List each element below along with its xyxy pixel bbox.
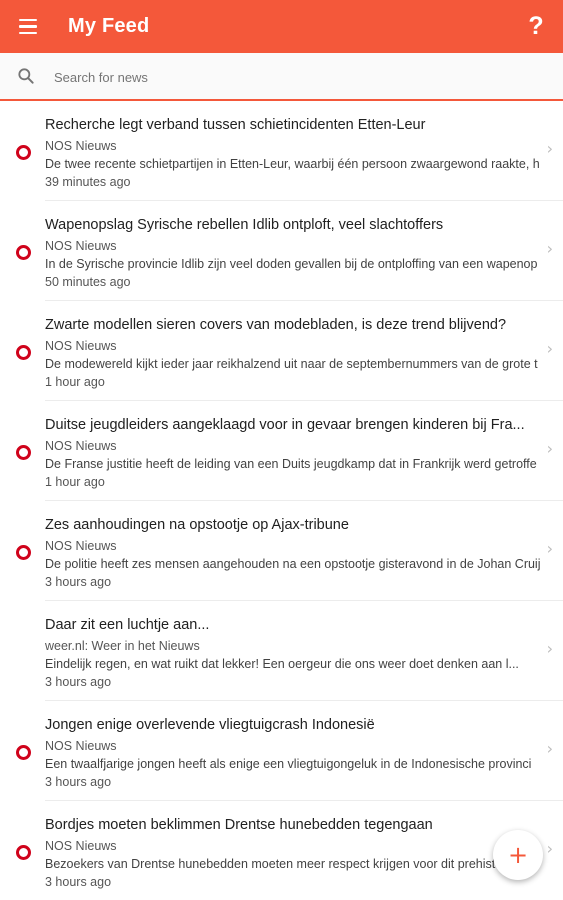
news-list-item[interactable]: Bordjes moeten beklimmen Drentse hunebed… [0,801,563,900]
news-timestamp: 3 hours ago [45,775,112,789]
news-title: Jongen enige overlevende vliegtuigcrash … [45,717,375,733]
news-title: Zwarte modellen sieren covers van modebl… [45,317,507,333]
news-timestamp: 1 hour ago [45,375,105,389]
news-timestamp: 50 minutes ago [45,275,131,289]
unread-indicator-icon [16,445,31,460]
page-title: My Feed [68,15,150,37]
news-list-item[interactable]: Daar zit een luchtje aan... weer.nl: Wee… [0,601,563,701]
plus-icon: + [507,841,529,869]
search-icon [18,68,34,84]
news-source: NOS Nieuws [45,139,117,153]
chevron-right-icon: › [546,639,553,658]
news-title: Bordjes moeten beklimmen Drentse hunebed… [45,817,433,833]
search-input[interactable] [52,61,536,93]
news-snippet: Een twaalfjarige jongen heeft als enige … [45,757,532,771]
news-source: NOS Nieuws [45,539,117,553]
chevron-right-icon: › [546,239,553,258]
unread-indicator-icon [16,145,31,160]
news-timestamp: 39 minutes ago [45,175,131,189]
news-source: NOS Nieuws [45,439,117,453]
news-source: NOS Nieuws [45,739,117,753]
news-feed-list: Recherche legt verband tussen schietinci… [0,101,563,900]
news-list-item[interactable]: Wapenopslag Syrische rebellen Idlib ontp… [0,201,563,301]
news-timestamp: 3 hours ago [45,675,112,689]
chevron-right-icon: › [546,539,553,558]
news-timestamp: 3 hours ago [45,575,112,589]
unread-indicator-icon [16,345,31,360]
news-source: weer.nl: Weer in het Nieuws [45,639,200,653]
chevron-right-icon: › [546,839,553,858]
news-snippet: In de Syrische provincie Idlib zijn veel… [45,257,538,271]
news-source: NOS Nieuws [45,239,117,253]
news-title: Recherche legt verband tussen schietinci… [45,117,426,133]
news-list-item[interactable]: Zwarte modellen sieren covers van modebl… [0,301,563,401]
unread-indicator-icon [16,745,31,760]
add-feed-button[interactable]: + [493,830,543,880]
news-list-item[interactable]: Duitse jeugdleiders aangeklaagd voor in … [0,401,563,501]
unread-indicator-icon [16,845,31,860]
app-bar: My Feed ? [0,0,563,53]
news-title: Zes aanhoudingen na opstootje op Ajax-tr… [45,517,349,533]
unread-indicator-icon [16,245,31,260]
unread-indicator-icon [16,545,31,560]
chevron-right-icon: › [546,739,553,758]
search-bar [0,53,563,101]
news-title: Wapenopslag Syrische rebellen Idlib ontp… [45,217,444,233]
news-source: NOS Nieuws [45,339,117,353]
hamburger-menu-icon[interactable] [0,0,56,53]
news-title: Duitse jeugdleiders aangeklaagd voor in … [45,417,525,433]
news-snippet: De modewereld kijkt ieder jaar reikhalze… [45,357,538,371]
news-source: NOS Nieuws [45,839,117,853]
chevron-right-icon: › [546,139,553,158]
news-list-item[interactable]: Zes aanhoudingen na opstootje op Ajax-tr… [0,501,563,601]
news-timestamp: 3 hours ago [45,875,112,889]
chevron-right-icon: › [546,439,553,458]
news-snippet: De politie heeft zes mensen aangehouden … [45,557,541,571]
news-snippet: De Franse justitie heeft de leiding van … [45,457,537,471]
chevron-right-icon: › [546,339,553,358]
news-snippet: Bezoekers van Drentse hunebedden moeten … [45,857,536,871]
news-list-item[interactable]: Jongen enige overlevende vliegtuigcrash … [0,701,563,801]
news-timestamp: 1 hour ago [45,475,105,489]
news-snippet: De twee recente schietpartijen in Etten-… [45,157,540,171]
news-snippet: Eindelijk regen, en wat ruikt dat lekker… [45,657,519,671]
help-question-icon[interactable]: ? [521,10,551,42]
news-list-item[interactable]: Recherche legt verband tussen schietinci… [0,101,563,201]
news-title: Daar zit een luchtje aan... [45,617,210,633]
